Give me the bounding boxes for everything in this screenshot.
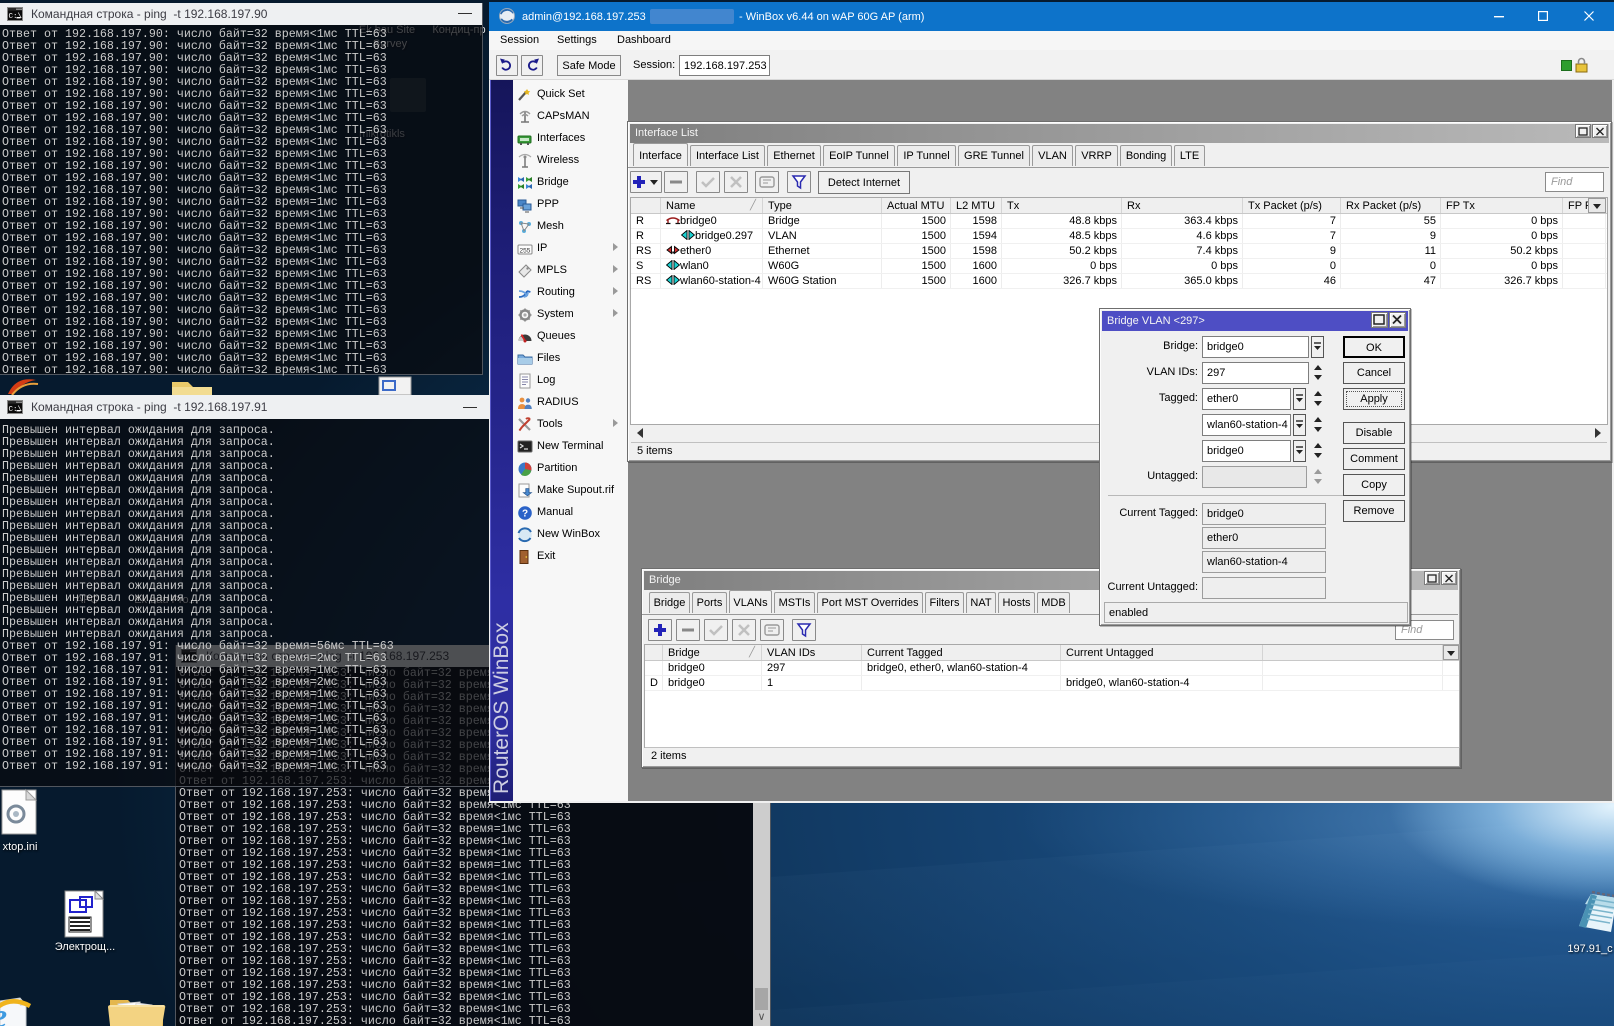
svg-text:?: ? <box>522 509 528 520</box>
svg-text:255: 255 <box>520 248 531 255</box>
svg-text:RouterOS WinBox: RouterOS WinBox <box>491 622 513 794</box>
